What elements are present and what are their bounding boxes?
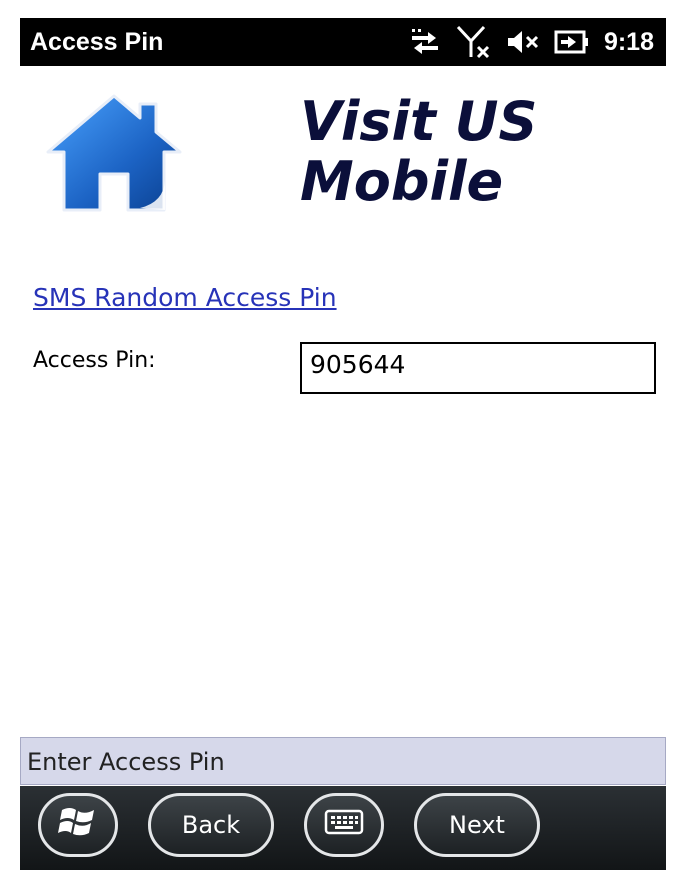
next-button[interactable]: Next xyxy=(414,793,540,857)
keyboard-button[interactable] xyxy=(304,793,384,857)
brand-title: Visit US Mobile xyxy=(300,92,537,212)
access-pin-input[interactable]: 905644 xyxy=(300,342,656,394)
back-button[interactable]: Back xyxy=(148,793,274,857)
window-title: Access Pin xyxy=(30,28,164,56)
status-icons: 9:18 xyxy=(408,24,654,60)
title-bar: Access Pin 9:18 xyxy=(20,18,666,66)
start-button[interactable] xyxy=(38,793,118,857)
windows-logo-icon xyxy=(58,804,98,846)
keyboard-icon xyxy=(324,808,364,842)
brand-line-2: Mobile xyxy=(300,150,504,213)
softkey-bar: Back Next xyxy=(20,786,666,870)
data-sync-icon[interactable] xyxy=(408,27,442,57)
brand-line-1: Visit US xyxy=(300,90,538,153)
clock[interactable]: 9:18 xyxy=(604,28,654,57)
battery-charging-icon[interactable] xyxy=(554,29,590,55)
sms-random-pin-link[interactable]: SMS Random Access Pin xyxy=(33,283,337,312)
hint-bar: Enter Access Pin xyxy=(20,737,666,785)
no-signal-icon[interactable] xyxy=(456,25,492,59)
speaker-muted-icon[interactable] xyxy=(506,28,540,56)
access-pin-label: Access Pin: xyxy=(33,348,156,373)
house-icon xyxy=(44,90,184,220)
